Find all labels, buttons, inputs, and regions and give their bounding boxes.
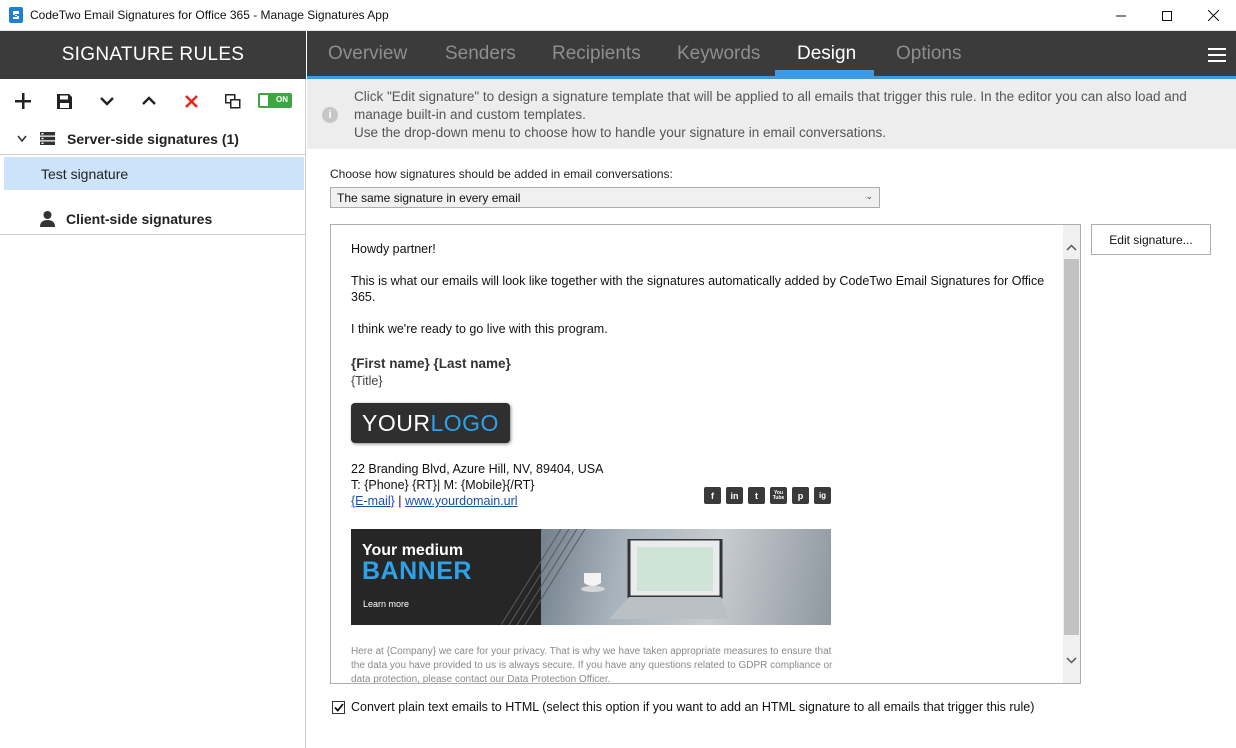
plus-icon bbox=[15, 93, 31, 109]
chevron-up-icon bbox=[1066, 244, 1077, 251]
delete-icon bbox=[184, 94, 198, 108]
save-icon bbox=[56, 93, 72, 109]
scroll-thumb[interactable] bbox=[1064, 259, 1079, 635]
client-side-label: Client-side signatures bbox=[66, 210, 213, 227]
facebook-icon[interactable]: f bbox=[704, 487, 721, 504]
rules-toolbar: ON bbox=[0, 79, 306, 123]
server-icon bbox=[40, 132, 55, 145]
window-title: CodeTwo Email Signatures for Office 365 … bbox=[30, 8, 389, 22]
move-down-button[interactable] bbox=[96, 90, 118, 112]
conversation-dropdown[interactable]: The same signature in every email ⌄ bbox=[330, 187, 880, 208]
rule-item-label: Test signature bbox=[41, 165, 129, 182]
convert-html-checkbox[interactable] bbox=[332, 700, 345, 714]
active-tab-indicator bbox=[775, 70, 874, 76]
edit-signature-button[interactable]: Edit signature... bbox=[1091, 224, 1211, 255]
save-button[interactable] bbox=[53, 90, 75, 112]
signature-address: 22 Branding Blvd, Azure Hill, NV, 89404,… bbox=[351, 462, 604, 476]
duplicate-icon bbox=[225, 93, 241, 108]
twitter-icon[interactable]: t bbox=[748, 487, 765, 504]
tab-overview[interactable]: Overview bbox=[328, 31, 407, 76]
close-icon bbox=[1207, 10, 1219, 21]
email-greeting: Howdy partner! bbox=[351, 242, 436, 256]
toggle-knob bbox=[260, 95, 268, 106]
instagram-icon[interactable]: ig bbox=[814, 487, 831, 504]
maximize-button[interactable] bbox=[1144, 0, 1190, 31]
user-icon bbox=[40, 210, 55, 227]
signature-contact-line: {E-mail} | www.yourdomain.url bbox=[351, 493, 518, 509]
signature-rules-header: SIGNATURE RULES bbox=[0, 31, 306, 79]
client-side-group[interactable]: Client-side signatures bbox=[0, 203, 306, 235]
close-button[interactable] bbox=[1190, 0, 1236, 31]
preview-scrollbar[interactable] bbox=[1063, 225, 1080, 683]
server-side-group[interactable]: Server-side signatures (1) bbox=[0, 123, 306, 155]
rule-enabled-toggle[interactable]: ON bbox=[258, 93, 292, 108]
conversation-selected: The same signature in every email bbox=[337, 191, 521, 205]
chevron-down-icon bbox=[1066, 657, 1077, 664]
tab-senders[interactable]: Senders bbox=[445, 31, 516, 76]
tab-keywords[interactable]: Keywords bbox=[677, 31, 760, 76]
app-icon bbox=[9, 7, 23, 23]
laptop-photo-icon bbox=[609, 539, 729, 619]
email-body-2: I think we're ready to go live with this… bbox=[351, 322, 608, 336]
marketing-banner[interactable]: Your medium BANNER Learn more bbox=[351, 529, 831, 625]
banner-cta[interactable]: Learn more bbox=[363, 596, 409, 612]
contact-separator: | bbox=[398, 494, 402, 508]
signature-phones: T: {Phone} {RT}| M: {Mobile}{/RT} bbox=[351, 478, 535, 492]
banner-line-2: BANNER bbox=[362, 557, 472, 585]
chevron-down-icon bbox=[17, 135, 27, 142]
coffee-cup-icon bbox=[581, 573, 605, 592]
duplicate-button[interactable] bbox=[222, 90, 244, 112]
chevron-up-icon bbox=[142, 96, 156, 105]
linkedin-icon[interactable]: in bbox=[726, 487, 743, 504]
signature-name: {First name} {Last name} bbox=[351, 356, 511, 371]
delete-button[interactable] bbox=[180, 90, 202, 112]
rules-panel: ON Server-side signatures (1) Test signa… bbox=[0, 79, 306, 748]
conversation-label: Choose how signatures should be added in… bbox=[330, 167, 673, 181]
convert-html-option[interactable]: Convert plain text emails to HTML (selec… bbox=[332, 700, 1034, 714]
tab-recipients[interactable]: Recipients bbox=[552, 31, 641, 76]
logo-text-your: YOUR bbox=[362, 410, 431, 436]
signature-title: {Title} bbox=[351, 374, 383, 388]
tab-options[interactable]: Options bbox=[896, 31, 961, 76]
maximize-icon bbox=[1162, 10, 1172, 21]
info-text: Click "Edit signature" to design a signa… bbox=[354, 88, 1214, 142]
minimize-button[interactable] bbox=[1098, 0, 1144, 31]
email-link[interactable]: {E-mail} bbox=[351, 494, 395, 508]
toggle-label: ON bbox=[276, 95, 288, 104]
add-rule-button[interactable] bbox=[12, 90, 34, 112]
move-up-button[interactable] bbox=[138, 90, 160, 112]
minimize-icon bbox=[1116, 15, 1126, 16]
rule-item-test-signature[interactable]: Test signature bbox=[4, 157, 304, 190]
title-bar: CodeTwo Email Signatures for Office 365 … bbox=[0, 0, 1236, 31]
info-line-2: Use the drop-down menu to choose how to … bbox=[354, 125, 887, 140]
signature-preview: Howdy partner! This is what our emails w… bbox=[330, 224, 1081, 684]
scroll-down-button[interactable] bbox=[1063, 652, 1080, 669]
privacy-disclaimer: Here at {Company} we care for your priva… bbox=[351, 646, 833, 684]
chevron-down-icon: ⌄ bbox=[865, 191, 873, 201]
banner-stripes bbox=[501, 529, 586, 625]
info-line-1: Click "Edit signature" to design a signa… bbox=[354, 89, 1187, 122]
company-logo: YOUR LOGO bbox=[351, 403, 510, 443]
email-body-1: This is what our emails will look like t… bbox=[351, 274, 1045, 304]
server-side-label: Server-side signatures (1) bbox=[67, 130, 239, 147]
youtube-icon[interactable]: You Tube bbox=[770, 487, 787, 504]
scroll-up-button[interactable] bbox=[1063, 239, 1080, 256]
checkmark-icon bbox=[333, 702, 344, 712]
info-bar: i Click "Edit signature" to design a sig… bbox=[307, 79, 1236, 149]
convert-html-label: Convert plain text emails to HTML (selec… bbox=[351, 700, 1035, 714]
chevron-down-icon bbox=[100, 97, 114, 106]
menu-icon[interactable] bbox=[1208, 48, 1226, 62]
website-link[interactable]: www.yourdomain.url bbox=[405, 494, 518, 508]
pinterest-icon[interactable]: p bbox=[792, 487, 809, 504]
logo-text-logo: LOGO bbox=[430, 410, 499, 436]
info-icon: i bbox=[322, 107, 338, 123]
